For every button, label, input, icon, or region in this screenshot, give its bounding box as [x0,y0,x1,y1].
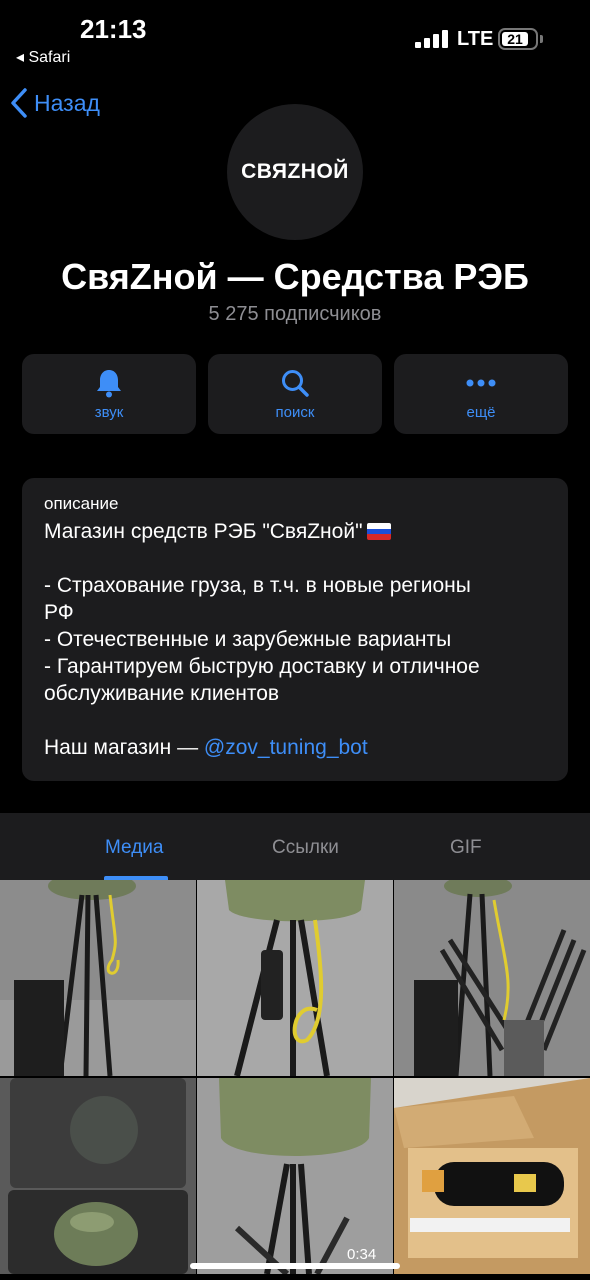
russia-flag-icon [366,523,391,540]
sound-label: звук [94,403,124,421]
more-icon [466,379,496,386]
description-line: Магазин средств РЭБ "СвяZной" [44,518,546,545]
media-grid: 0:34 [0,880,590,1280]
chevron-left-icon [11,88,27,118]
search-label: поиск [275,403,315,421]
channel-title: СвяZной — Средства РЭБ [61,256,529,297]
home-indicator [190,1263,400,1269]
media-thumbnail[interactable] [0,880,196,1076]
description-line: - Отечественные и зарубежные варианты [44,628,452,651]
more-label: ещё [466,403,496,421]
shop-prefix: Наш магазин — [44,736,204,759]
network-type: LTE [457,28,494,50]
media-tabs: Медиа Ссылки GIF [0,813,590,880]
sound-button[interactable]: звук [22,354,196,434]
channel-logo: СВЯZНОЙ [241,160,349,183]
channel-avatar[interactable]: СВЯZНОЙ [227,104,363,240]
status-bar: 21:13 ◂ Safari LTE 21 [0,0,590,80]
battery-level: 21 [502,32,528,46]
media-thumbnail[interactable] [394,880,590,1076]
description-line: обслуживание клиентов [44,682,280,705]
description-intro: Магазин средств РЭБ "СвяZной" [44,520,363,543]
description-line: - Гарантируем быструю доставку и отлично… [44,655,480,678]
shop-line: Наш магазин — @zov_tuning_bot [44,734,546,761]
battery-tip [540,35,543,43]
media-thumbnail[interactable] [197,880,393,1076]
search-button[interactable]: поиск [208,354,382,434]
tab-links[interactable]: Ссылки [272,837,339,859]
back-to-safari-link[interactable]: ◂ Safari [16,47,70,67]
battery-icon: 21 [498,28,538,50]
signal-icon [415,30,449,48]
media-thumbnail[interactable] [394,1078,590,1274]
subscriber-count: 5 275 подписчиков [208,303,382,325]
tab-media[interactable]: Медиа [105,837,163,859]
description-line: - Страхование груза, в т.ч. в новые реги… [44,574,471,597]
channel-actions: звук поиск ещё [22,354,568,434]
bell-icon [97,369,121,397]
tab-gif[interactable]: GIF [450,837,482,859]
description-line: РФ [44,601,74,624]
media-thumbnail[interactable] [0,1078,196,1274]
back-label: Назад [34,89,100,116]
description-label: описание [44,494,119,513]
shop-bot-link[interactable]: @zov_tuning_bot [204,736,368,759]
back-button[interactable]: Назад [10,88,100,118]
media-thumbnail[interactable]: 0:34 [197,1078,393,1274]
status-time: 21:13 [80,14,147,44]
more-button[interactable]: ещё [394,354,568,434]
search-icon [282,369,309,397]
video-duration: 0:34 [347,1246,377,1263]
description-card: описание Магазин средств РЭБ "СвяZной" -… [22,478,568,781]
